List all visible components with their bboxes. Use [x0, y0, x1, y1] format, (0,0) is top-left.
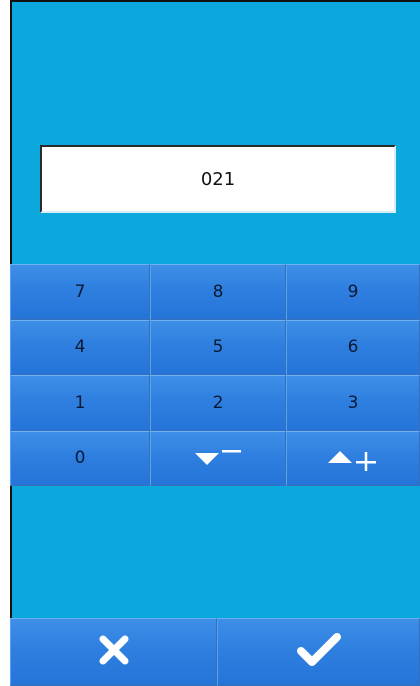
key-4[interactable]: 4 [10, 319, 150, 375]
confirm-button[interactable] [217, 618, 420, 686]
action-bar [10, 618, 420, 686]
value-display-text: 021 [200, 168, 236, 190]
key-label: 4 [74, 337, 86, 358]
decrement-button[interactable] [150, 430, 286, 486]
value-display: 021 [40, 145, 396, 213]
key-0[interactable]: 0 [10, 430, 150, 486]
key-label: 7 [74, 281, 86, 302]
increment-button[interactable] [286, 430, 420, 486]
key-label: 3 [347, 392, 359, 413]
cancel-button[interactable] [10, 618, 217, 686]
key-8[interactable]: 8 [150, 264, 286, 320]
key-1[interactable]: 1 [10, 375, 150, 431]
key-7[interactable]: 7 [10, 264, 150, 320]
key-label: 8 [212, 281, 224, 302]
key-label: 5 [212, 337, 224, 358]
check-icon [296, 632, 341, 672]
key-label: 6 [347, 337, 359, 358]
screen: 021 7 8 9 4 5 6 1 2 3 0 [0, 0, 420, 686]
key-label: 2 [212, 392, 224, 413]
key-3[interactable]: 3 [286, 375, 420, 431]
key-label: 1 [74, 392, 86, 413]
numeric-keypad: 7 8 9 4 5 6 1 2 3 0 [10, 264, 420, 486]
key-label: 9 [347, 281, 359, 302]
key-label: 0 [74, 448, 86, 469]
close-icon [97, 633, 131, 671]
decrement-icon [193, 447, 243, 469]
key-5[interactable]: 5 [150, 319, 286, 375]
increment-icon [326, 445, 380, 472]
key-2[interactable]: 2 [150, 375, 286, 431]
key-6[interactable]: 6 [286, 319, 420, 375]
key-9[interactable]: 9 [286, 264, 420, 320]
